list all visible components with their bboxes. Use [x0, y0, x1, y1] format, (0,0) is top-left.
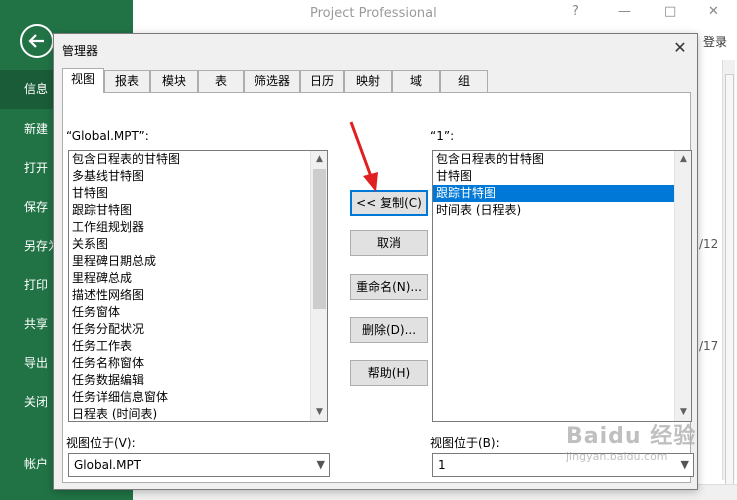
tab-tables[interactable]: 表	[198, 70, 244, 92]
scroll-up-icon[interactable]: ▲	[311, 151, 327, 168]
left-list-item[interactable]: 甘特图	[69, 185, 327, 202]
app-title: Project Professional	[310, 6, 437, 21]
right-list-item[interactable]: 包含日程表的甘特图	[433, 151, 691, 168]
left-list[interactable]: 包含日程表的甘特图 多基线甘特图 甘特图 跟踪甘特图 工作组规划器 关系图 里程碑日期总成里…	[68, 150, 328, 422]
help-icon[interactable]: ?	[572, 4, 579, 19]
tab-fields[interactable]: 域	[392, 70, 440, 92]
left-list-item[interactable]: 关系图	[69, 236, 327, 253]
cancel-button[interactable]: 取消	[350, 230, 428, 256]
left-list-item[interactable]: 里程碑日期总成	[69, 253, 327, 270]
window-close-icon[interactable]: ✕	[708, 4, 719, 19]
left-list-item[interactable]: 描述性网络图	[69, 287, 327, 304]
right-list[interactable]: 包含日程表的甘特图 甘特图 跟踪甘特图 时间表 (日程表) ▲ ▼	[432, 150, 692, 422]
scroll-thumb[interactable]	[313, 169, 326, 309]
annotation-arrow-icon	[349, 121, 378, 192]
delete-button[interactable]: 删除(D)...	[350, 317, 428, 343]
left-list-item[interactable]: 工作组规划器	[69, 219, 327, 236]
left-list-item[interactable]: 任务分配状况	[69, 321, 327, 338]
back-arrow-icon[interactable]	[20, 24, 54, 58]
dialog-title: 管理器	[62, 44, 99, 58]
login-link[interactable]: 登录	[703, 33, 727, 50]
left-location-label: 视图位于(V):	[66, 436, 136, 450]
baidu-watermark-logo: Baidu 经验	[566, 424, 697, 449]
left-list-item[interactable]: 里程碑总成	[69, 270, 327, 287]
minimize-icon[interactable]: —	[618, 4, 631, 19]
left-list-item[interactable]: 任务数据编辑	[69, 372, 327, 389]
left-list-scrollbar[interactable]: ▲ ▼	[310, 151, 327, 421]
left-list-item[interactable]: 跟踪甘特图	[69, 202, 327, 219]
tab-maps[interactable]: 映射	[344, 70, 392, 92]
tab-reports[interactable]: 报表	[104, 70, 150, 92]
left-list-item[interactable]: 任务名称窗体	[69, 355, 327, 372]
chevron-down-icon: ▼	[316, 458, 325, 471]
tab-views[interactable]: 视图	[62, 68, 104, 93]
baidu-watermark-url: jingyan.baidu.com	[566, 450, 668, 463]
left-list-item[interactable]: 包含日程表的甘特图	[69, 151, 327, 168]
right-location-label: 视图位于(B):	[430, 436, 500, 450]
left-list-item[interactable]: 任务窗体	[69, 304, 327, 321]
rename-button[interactable]: 重命名(N)...	[350, 274, 428, 300]
chevron-down-icon: ▼	[680, 458, 689, 471]
right-list-header: “1”:	[430, 129, 455, 143]
tab-groups[interactable]: 组	[440, 70, 488, 92]
maximize-icon[interactable]: □	[664, 4, 676, 19]
dialog-close-icon[interactable]: ✕	[671, 38, 689, 57]
left-list-item[interactable]: 日程表 (时间表)	[69, 406, 327, 421]
right-list-item[interactable]: 甘特图	[433, 168, 691, 185]
left-location-value: Global.MPT	[74, 458, 142, 472]
tab-calendars[interactable]: 日历	[300, 70, 344, 92]
help-button[interactable]: 帮助(H)	[350, 360, 428, 386]
left-list-header: “Global.MPT”:	[66, 129, 149, 143]
background-vertical-scrollbar[interactable]	[722, 60, 735, 494]
tab-modules[interactable]: 模块	[150, 70, 198, 92]
scroll-down-icon[interactable]: ▼	[311, 404, 327, 421]
scroll-up-icon[interactable]: ▲	[675, 151, 691, 168]
right-list-scrollbar[interactable]: ▲ ▼	[674, 151, 691, 421]
right-location-value: 1	[438, 458, 446, 472]
right-list-item[interactable]: 时间表 (日程表)	[433, 202, 691, 219]
left-list-item[interactable]: 多基线甘特图	[69, 168, 327, 185]
background-date-1: /12	[699, 237, 719, 251]
background-date-2: /17	[699, 339, 719, 353]
left-location-dropdown[interactable]: Global.MPT ▼	[68, 453, 330, 477]
right-list-item[interactable]: 跟踪甘特图	[433, 185, 691, 202]
left-list-item[interactable]: 任务详细信息窗体	[69, 389, 327, 406]
left-list-item[interactable]: 任务工作表	[69, 338, 327, 355]
tab-filters[interactable]: 筛选器	[244, 70, 300, 92]
